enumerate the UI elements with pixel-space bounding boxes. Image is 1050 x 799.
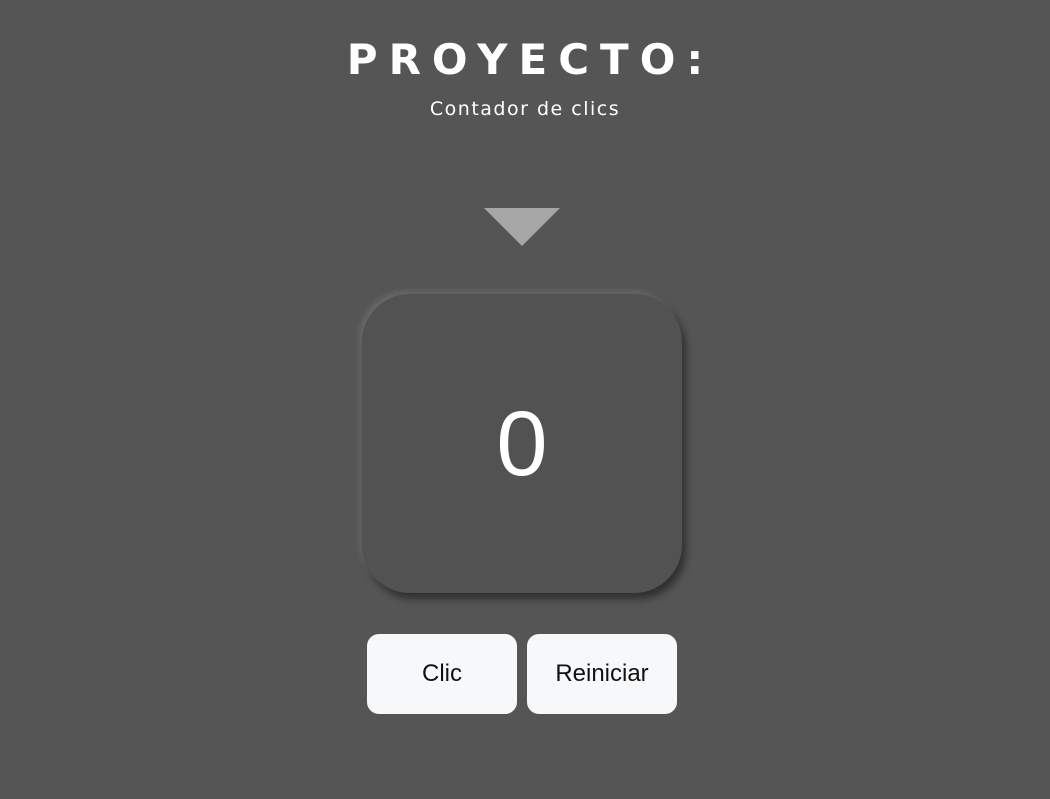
counter-display: 0: [362, 294, 682, 593]
counter-value: 0: [496, 392, 548, 495]
reset-button[interactable]: Reiniciar: [527, 634, 677, 714]
triangle-down-icon: [484, 208, 560, 246]
click-button[interactable]: Clic: [367, 634, 517, 714]
page-subtitle: Contador de clics: [429, 98, 621, 120]
page-title: PROYECTO:: [346, 35, 715, 84]
